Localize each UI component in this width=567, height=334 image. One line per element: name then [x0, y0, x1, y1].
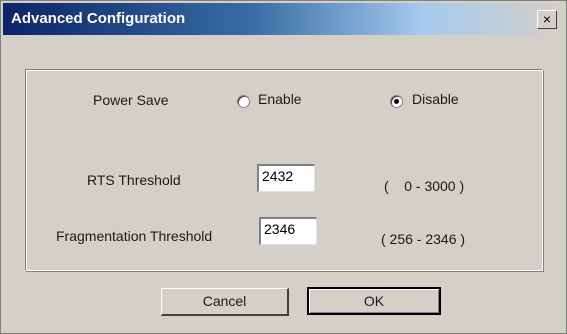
close-button[interactable]: × [537, 10, 557, 29]
advanced-configuration-dialog: Advanced Configuration × Power Save Enab… [0, 0, 567, 334]
disable-label[interactable]: Disable [412, 91, 459, 107]
rts-threshold-label: RTS Threshold [87, 172, 181, 188]
power-save-label: Power Save [93, 92, 169, 108]
title-bar[interactable]: Advanced Configuration × [3, 3, 563, 35]
rts-threshold-range: ( 0 - 3000 ) [384, 178, 465, 194]
cancel-button[interactable]: Cancel [161, 288, 289, 316]
ok-button[interactable]: OK [307, 287, 441, 315]
rts-threshold-input[interactable]: 2432 [257, 164, 315, 192]
enable-radio[interactable] [237, 95, 250, 108]
fragmentation-threshold-label: Fragmentation Threshold [56, 228, 213, 244]
fragmentation-threshold-range: ( 256 - 2346 ) [381, 231, 466, 247]
fragmentation-threshold-input[interactable]: 2346 [259, 217, 317, 245]
disable-radio[interactable] [390, 95, 403, 108]
enable-label[interactable]: Enable [258, 91, 302, 107]
close-icon: × [542, 11, 552, 27]
dialog-title: Advanced Configuration [11, 10, 186, 27]
